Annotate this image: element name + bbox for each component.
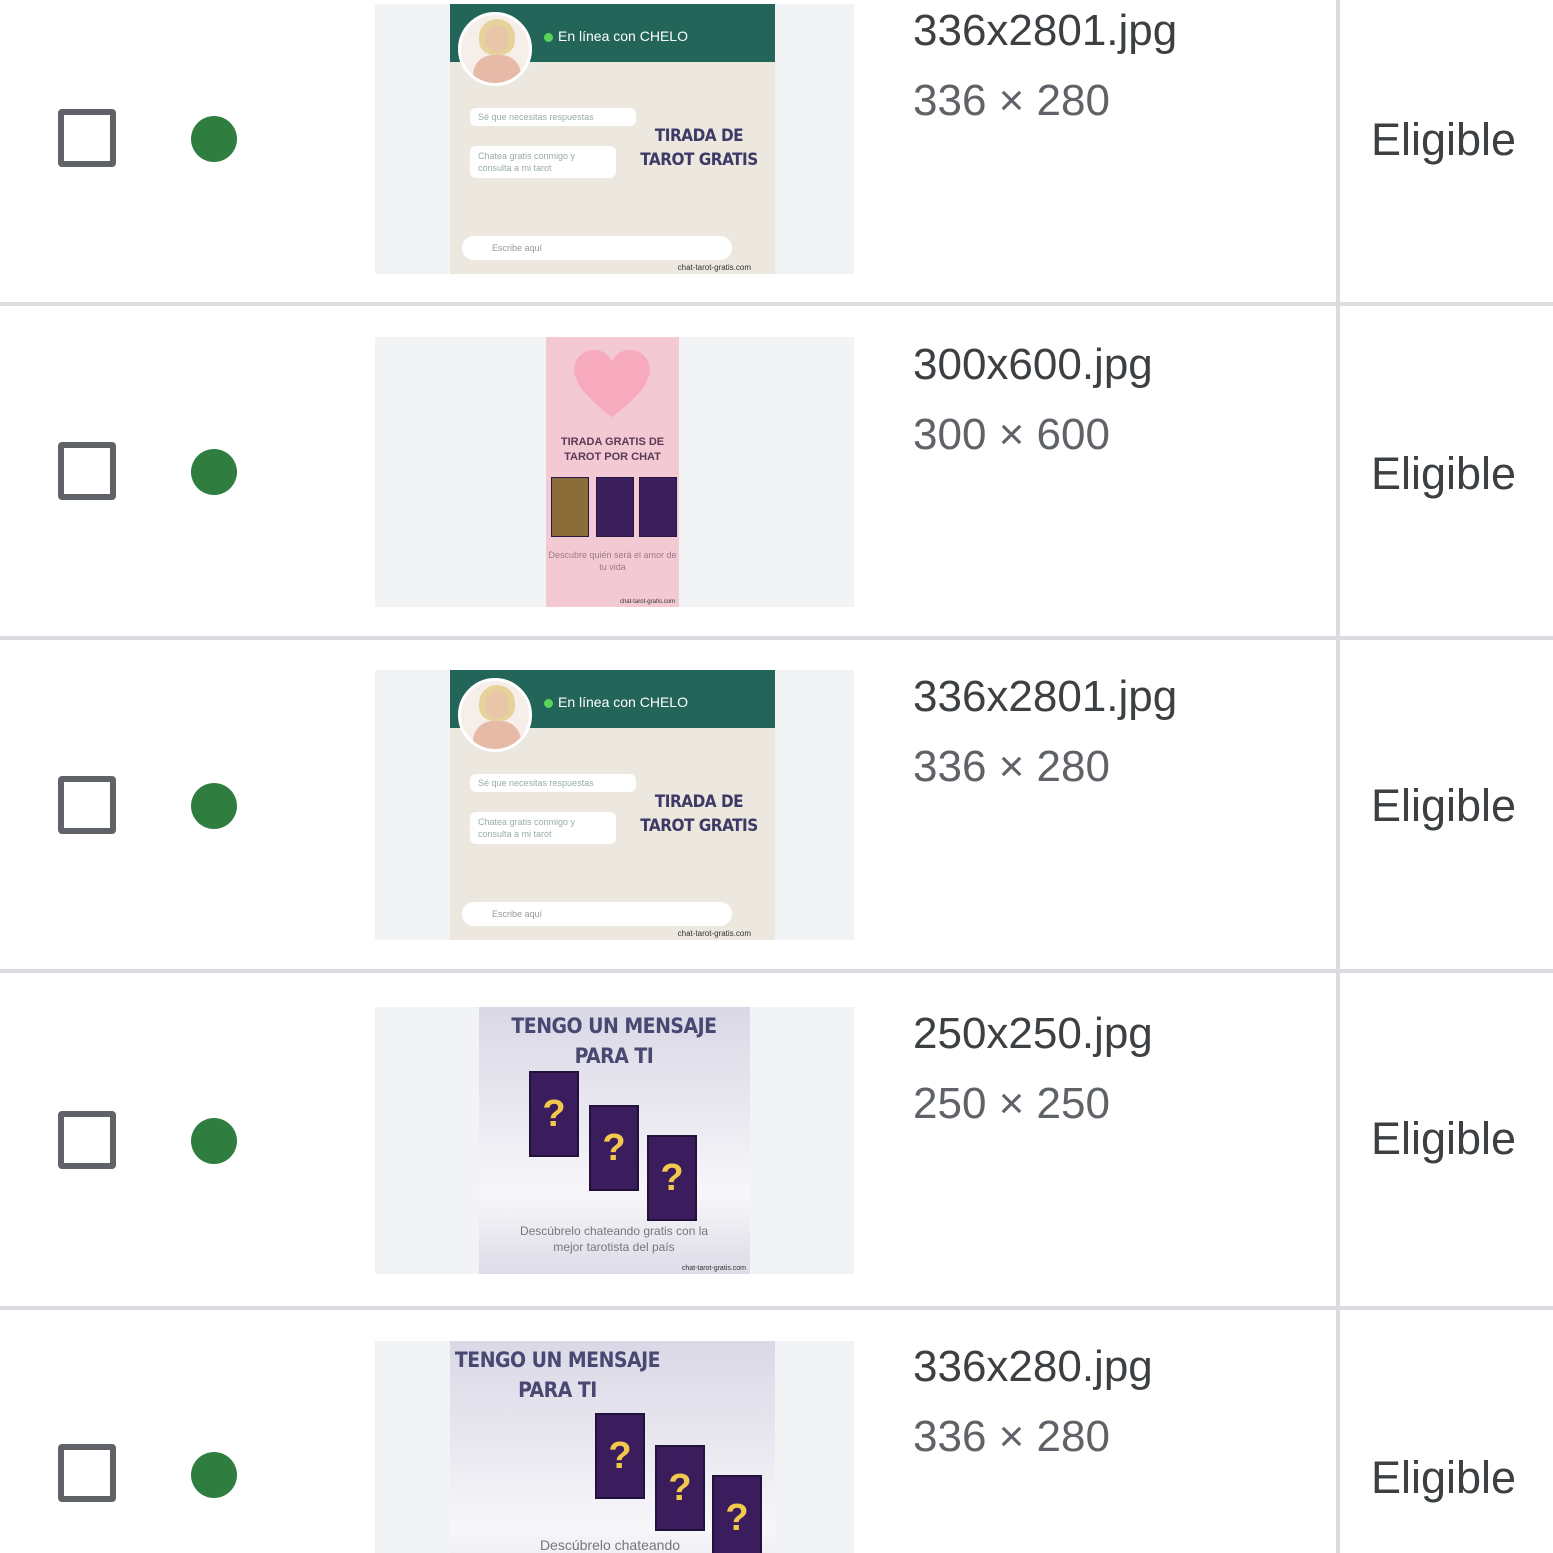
question-card-icon: ? <box>647 1135 697 1221</box>
heart-icon <box>574 349 650 418</box>
status-dot-icon <box>191 116 237 162</box>
status-dot-icon <box>191 1452 237 1498</box>
row-checkbox[interactable] <box>58 109 116 167</box>
row-checkbox[interactable] <box>58 442 116 500</box>
tarot-card-icon <box>596 477 634 537</box>
question-card-icon: ? <box>529 1071 579 1157</box>
file-name: 336x2801.jpg <box>913 6 1178 55</box>
file-name: 336x280.jpg <box>913 1342 1153 1391</box>
status-dot-icon <box>191 1118 237 1164</box>
status-dot-icon <box>191 783 237 829</box>
tarot-card-icon <box>551 477 589 537</box>
row-checkbox[interactable] <box>58 1111 116 1169</box>
status-text: Eligible <box>1371 114 1517 165</box>
question-card-icon: ? <box>595 1413 645 1499</box>
ad-thumbnail[interactable]: TENGO UN MENSAJE PARA TI ? ? ? Descúbrel… <box>375 1007 854 1274</box>
question-card-icon: ? <box>655 1445 705 1531</box>
file-dimensions: 336 × 280 <box>913 1412 1110 1461</box>
table-row: TENGO UN MENSAJE PARA TI ? ? ? Descúbrel… <box>0 1310 1553 1553</box>
row-checkbox[interactable] <box>58 776 116 834</box>
avatar <box>458 12 532 86</box>
file-dimensions: 300 × 600 <box>913 410 1110 459</box>
file-dimensions: 336 × 280 <box>913 742 1110 791</box>
file-dimensions: 250 × 250 <box>913 1079 1110 1128</box>
file-name: 336x2801.jpg <box>913 672 1178 721</box>
file-dimensions: 336 × 280 <box>913 76 1110 125</box>
table-row: En línea con CHELO Sé que necesitas resp… <box>0 640 1553 972</box>
status-dot-icon <box>191 449 237 495</box>
avatar <box>458 678 532 752</box>
ad-thumbnail[interactable]: En línea con CHELO Sé que necesitas resp… <box>375 4 854 274</box>
heart-ad-preview: TIRADA GRATIS DE TAROT POR CHAT Descubre… <box>546 337 679 607</box>
status-text: Eligible <box>1371 448 1517 499</box>
question-card-icon: ? <box>589 1105 639 1191</box>
file-name: 250x250.jpg <box>913 1009 1153 1058</box>
status-text: Eligible <box>1371 1452 1517 1503</box>
table-row: En línea con CHELO Sé que necesitas resp… <box>0 0 1553 304</box>
table-row: TENGO UN MENSAJE PARA TI ? ? ? Descúbrel… <box>0 973 1553 1307</box>
status-text: Eligible <box>1371 1113 1517 1164</box>
ad-thumbnail[interactable]: TIRADA GRATIS DE TAROT POR CHAT Descubre… <box>375 337 854 607</box>
file-name: 300x600.jpg <box>913 340 1153 389</box>
tarot-ad-preview: TENGO UN MENSAJE PARA TI ? ? ? Descúbrel… <box>450 1341 775 1553</box>
chat-ad-preview: En línea con CHELO Sé que necesitas resp… <box>450 670 775 940</box>
status-text: Eligible <box>1371 780 1517 831</box>
table-row: TIRADA GRATIS DE TAROT POR CHAT Descubre… <box>0 306 1553 638</box>
ad-thumbnail[interactable]: En línea con CHELO Sé que necesitas resp… <box>375 670 854 940</box>
ad-thumbnail[interactable]: TENGO UN MENSAJE PARA TI ? ? ? Descúbrel… <box>375 1341 854 1553</box>
chat-ad-preview: En línea con CHELO Sé que necesitas resp… <box>450 4 775 274</box>
row-checkbox[interactable] <box>58 1444 116 1502</box>
question-card-icon: ? <box>712 1475 762 1553</box>
tarot-ad-preview: TENGO UN MENSAJE PARA TI ? ? ? Descúbrel… <box>479 1007 750 1274</box>
tarot-card-icon <box>639 477 677 537</box>
